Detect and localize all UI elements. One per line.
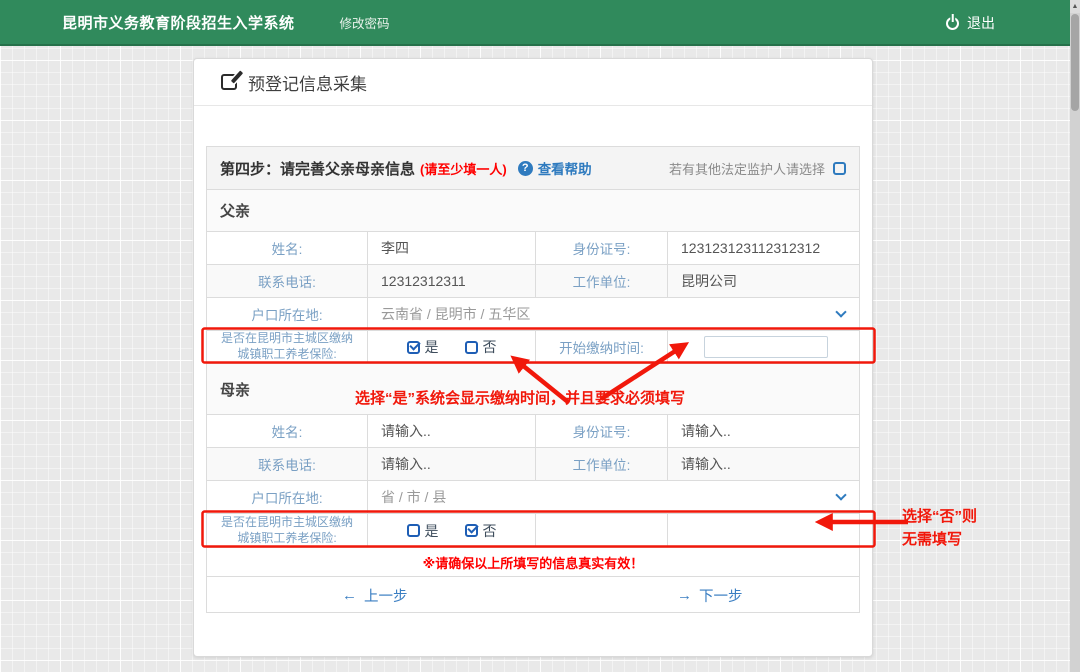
mother-residence-label: 户口所在地: bbox=[251, 491, 323, 506]
scrollbar-thumb[interactable] bbox=[1071, 14, 1079, 111]
insurance-label-line1: 是否在昆明市主城区缴纳 bbox=[220, 331, 353, 346]
checkbox-checked-icon[interactable] bbox=[406, 340, 420, 354]
form-table: 第四步：请完善父亲母亲信息 (请至少填一人) ? 查看帮助 若有其他法定监护人请… bbox=[206, 146, 860, 613]
mother-insurance-yes[interactable]: 是 bbox=[406, 521, 439, 541]
mother-section-label: 母亲 bbox=[220, 381, 251, 399]
arrow-right-icon: → bbox=[677, 587, 692, 604]
chevron-down-icon[interactable] bbox=[835, 489, 847, 501]
mother-name-row: 姓名: 身份证号: bbox=[207, 415, 859, 448]
prev-step-label: 上一步 bbox=[364, 589, 408, 605]
change-password-link[interactable]: 修改密码 bbox=[340, 13, 390, 32]
annotation-no-note-line2: 无需填写 bbox=[902, 531, 963, 548]
father-residence-label: 户口所在地: bbox=[251, 308, 323, 323]
father-employer-value[interactable]: 昆明公司 bbox=[667, 265, 859, 297]
pay-start-label: 开始缴纳时间: bbox=[535, 331, 667, 363]
mother-id-label: 身份证号: bbox=[535, 415, 667, 447]
checkbox-checked-icon[interactable] bbox=[464, 524, 478, 537]
mother-employer-input[interactable] bbox=[681, 456, 851, 472]
father-insurance-options: 是 否 bbox=[367, 331, 535, 363]
yes-label: 是 bbox=[424, 339, 439, 355]
mother-residence-value: 省 / 市 / 县 bbox=[381, 489, 447, 505]
insurance-label-line2: 城镇职工养老保险: bbox=[237, 530, 337, 545]
pay-start-input[interactable] bbox=[704, 336, 828, 358]
next-step-label: 下一步 bbox=[699, 589, 743, 605]
father-insurance-label: 是否在昆明市主城区缴纳 城镇职工养老保险: bbox=[207, 331, 367, 363]
mother-residence-select[interactable]: 省 / 市 / 县 bbox=[367, 481, 859, 513]
scrollbar[interactable]: ▲ bbox=[1070, 0, 1080, 672]
annotation-yes-note: 选择“是”系统会显示缴纳时间，并且要求必须填写 bbox=[355, 390, 686, 407]
mother-insurance-options: 是 否 bbox=[367, 514, 535, 547]
father-phone-label: 联系电话: bbox=[258, 275, 316, 290]
step-header: 第四步：请完善父亲母亲信息 (请至少填一人) ? 查看帮助 若有其他法定监护人请… bbox=[207, 147, 859, 190]
step-title: 第四步：请完善父亲母亲信息 bbox=[220, 160, 416, 178]
mother-empty-cell-2 bbox=[667, 514, 859, 547]
pay-start-cell bbox=[667, 331, 859, 363]
mother-name-cell bbox=[367, 415, 535, 447]
scroll-up-icon[interactable]: ▲ bbox=[1070, 0, 1080, 13]
yes-label: 是 bbox=[424, 522, 439, 539]
notice-text: ※请确保以上所填写的信息真实有效！ bbox=[422, 555, 644, 571]
mother-id-input[interactable] bbox=[681, 423, 851, 439]
father-name-row: 姓名: 李四 身份证号: 123123123112312312 bbox=[207, 232, 859, 265]
father-phone-row: 联系电话: 12312312311 工作单位: 昆明公司 bbox=[207, 265, 859, 298]
father-name-value[interactable]: 李四 bbox=[367, 232, 535, 264]
step-subtitle: (请至少填一人) bbox=[420, 161, 507, 177]
father-id-label: 身份证号: bbox=[535, 232, 667, 264]
checkbox-icon[interactable] bbox=[406, 524, 420, 537]
mother-id-cell bbox=[667, 415, 859, 447]
mother-phone-input[interactable] bbox=[381, 456, 528, 472]
logout-label: 退出 bbox=[967, 15, 995, 31]
father-residence-row: 户口所在地: 云南省 / 昆明市 / 五华区 bbox=[207, 298, 859, 331]
father-section-label: 父亲 bbox=[220, 203, 251, 220]
mother-employer-label: 工作单位: bbox=[535, 448, 667, 480]
next-step-button[interactable]: → 下一步 bbox=[677, 585, 743, 606]
notice-row: ※请确保以上所填写的信息真实有效！ bbox=[207, 548, 859, 577]
power-icon bbox=[946, 16, 959, 30]
guardian-checkbox[interactable] bbox=[833, 161, 846, 175]
question-circle-icon[interactable]: ? bbox=[517, 160, 533, 176]
father-insurance-yes[interactable]: 是 bbox=[406, 337, 439, 357]
mother-insurance-no[interactable]: 否 bbox=[464, 521, 497, 541]
mother-insurance-label: 是否在昆明市主城区缴纳 城镇职工养老保险: bbox=[207, 514, 367, 547]
arrow-left-icon: ← bbox=[342, 587, 357, 604]
edit-icon bbox=[221, 74, 237, 90]
mother-phone-cell bbox=[367, 448, 535, 480]
main-panel: 预登记信息采集 第四步：请完善父亲母亲信息 (请至少填一人) ? 查看帮助 若有… bbox=[193, 58, 873, 657]
mother-empty-cell-1 bbox=[535, 514, 667, 547]
annotation-no-note: 选择“否”则 无需填写 bbox=[902, 505, 977, 551]
top-navbar: 昆明市义务教育阶段招生入学系统 修改密码 退出 bbox=[0, 0, 1080, 46]
mother-insurance-row: 是否在昆明市主城区缴纳 城镇职工养老保险: 是 否 bbox=[207, 514, 859, 548]
chevron-down-icon[interactable] bbox=[835, 306, 847, 318]
father-residence-value: 云南省 / 昆明市 / 五华区 bbox=[381, 306, 531, 322]
mother-name-input[interactable] bbox=[381, 423, 528, 439]
logout-button[interactable]: 退出 bbox=[946, 0, 995, 46]
panel-title: 预登记信息采集 bbox=[248, 74, 367, 94]
footer-row: ← 上一步 → 下一步 bbox=[207, 577, 859, 614]
insurance-label-line1: 是否在昆明市主城区缴纳 bbox=[220, 514, 353, 529]
father-phone-value[interactable]: 12312312311 bbox=[367, 265, 535, 297]
mother-residence-row: 户口所在地: 省 / 市 / 县 bbox=[207, 481, 859, 514]
guardian-hint: 若有其他法定监护人请选择 bbox=[668, 161, 825, 177]
annotation-no-note-line1: 选择“否”则 bbox=[902, 508, 978, 525]
father-name-label: 姓名: bbox=[271, 242, 303, 257]
prev-step-button[interactable]: ← 上一步 bbox=[342, 585, 408, 606]
mother-phone-label: 联系电话: bbox=[258, 458, 316, 473]
father-employer-label: 工作单位: bbox=[535, 265, 667, 297]
panel-header: 预登记信息采集 bbox=[194, 59, 872, 106]
father-id-value[interactable]: 123123123112312312 bbox=[667, 232, 859, 264]
mother-phone-row: 联系电话: 工作单位: bbox=[207, 448, 859, 481]
father-section-header: 父亲 bbox=[207, 190, 859, 232]
mother-employer-cell bbox=[667, 448, 859, 480]
father-insurance-no[interactable]: 否 bbox=[464, 337, 497, 357]
father-insurance-row: 是否在昆明市主城区缴纳 城镇职工养老保险: 是 否 开始缴纳时间: bbox=[207, 331, 859, 364]
mother-name-label: 姓名: bbox=[271, 425, 303, 440]
help-link[interactable]: 查看帮助 bbox=[538, 158, 592, 178]
no-label: 否 bbox=[482, 522, 497, 539]
insurance-label-line2: 城镇职工养老保险: bbox=[237, 347, 337, 361]
app-title: 昆明市义务教育阶段招生入学系统 bbox=[62, 14, 295, 32]
checkbox-icon[interactable] bbox=[464, 340, 478, 354]
no-label: 否 bbox=[482, 339, 497, 355]
father-residence-select[interactable]: 云南省 / 昆明市 / 五华区 bbox=[367, 298, 859, 330]
